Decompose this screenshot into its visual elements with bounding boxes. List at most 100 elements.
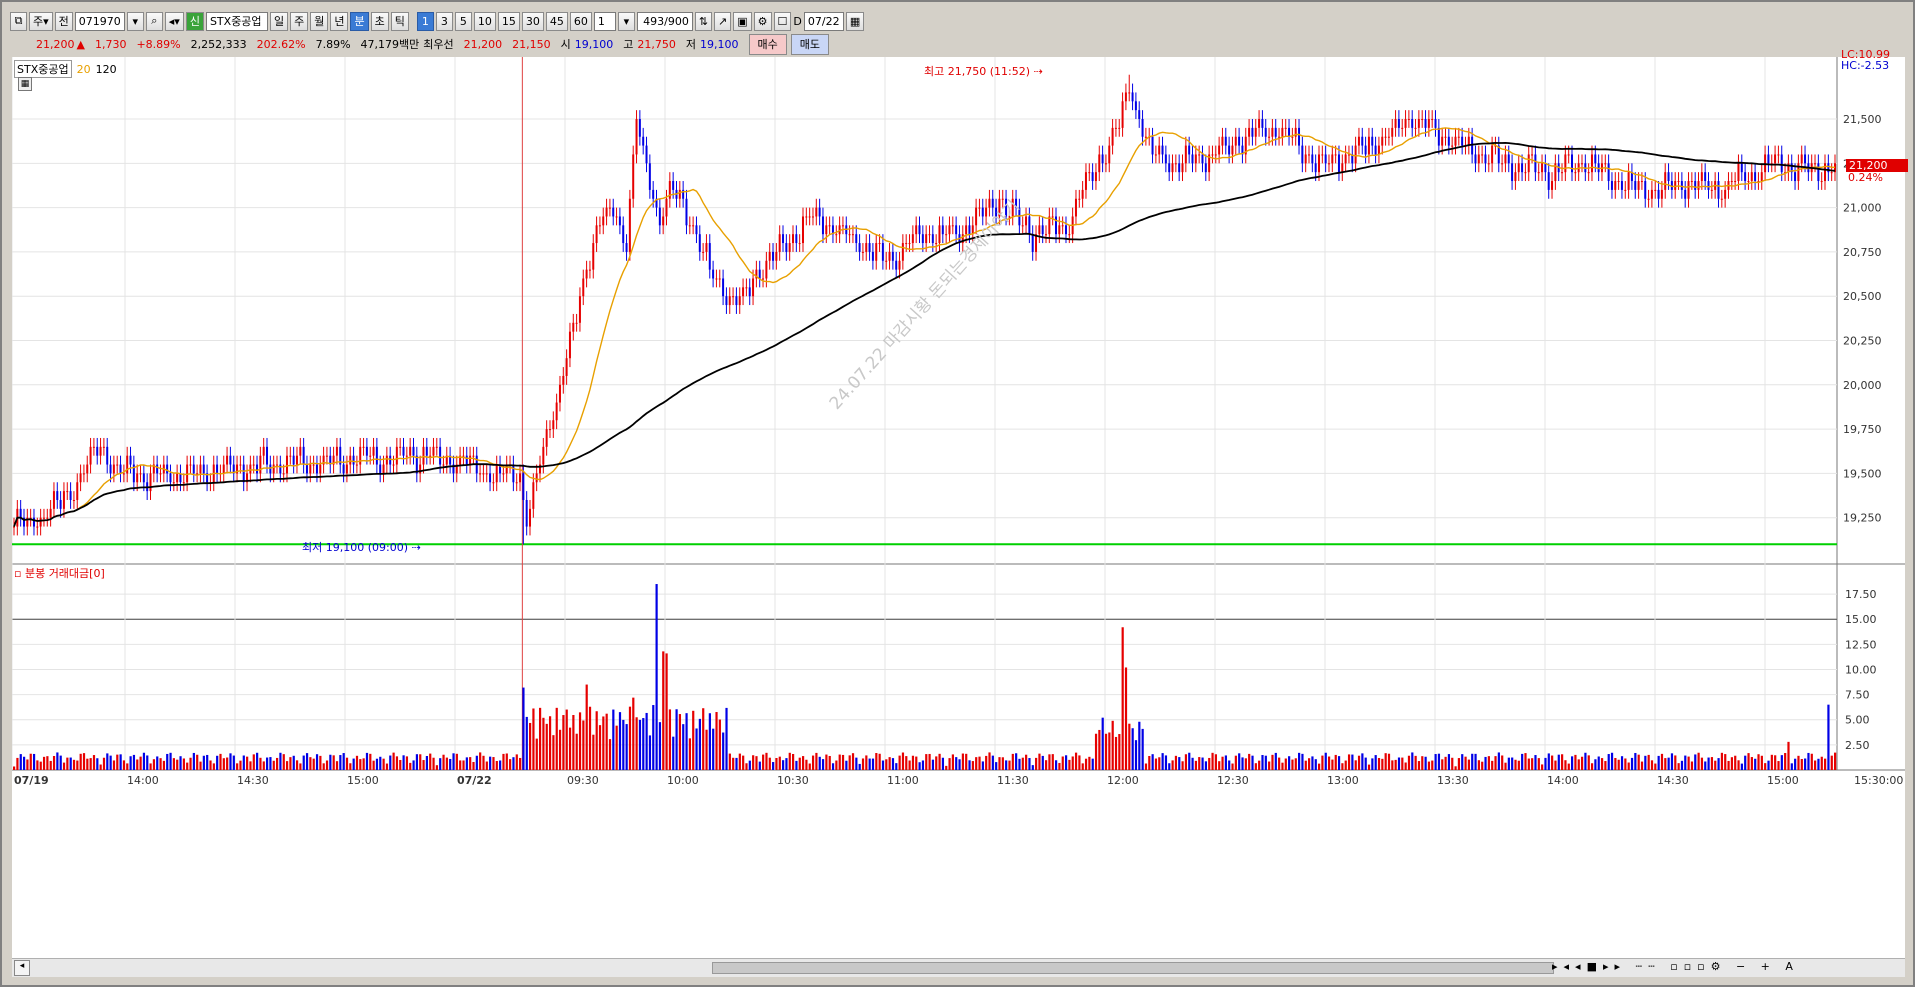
interval-dropdown-icon[interactable]: ▾ [617,11,635,31]
buy-button[interactable]: 매수 [748,33,787,55]
scroll-bar[interactable]: ◂ ▸◂◂■▸▸ ┄┄ ▫▫▫⚙ − + A [12,958,1905,977]
stock-name-field[interactable]: STX중공업 [205,11,268,31]
period-second[interactable]: 초 [370,11,389,31]
volume-bar [1747,753,1750,770]
volume-bar [1238,753,1241,770]
volume-bar [1447,754,1451,770]
volume-bar [1704,761,1707,770]
interval-3[interactable]: 3 [435,11,453,31]
period-tick[interactable]: 틱 [390,11,409,31]
interval-10[interactable]: 10 [473,11,496,31]
interval-30[interactable]: 30 [521,11,544,31]
calendar-icon[interactable]: ▦ [845,11,865,31]
volume-bar [988,752,991,770]
interval-input[interactable]: 1 [593,11,616,31]
volume-bar [252,754,255,770]
gear-icon[interactable]: ⚙ [753,11,772,31]
code-input[interactable]: 071970 [74,11,125,31]
all-button[interactable]: 전 [54,11,73,31]
candle-body [1610,181,1613,190]
candle-body [1168,163,1171,173]
code-dropdown-icon[interactable]: ▾ [126,11,144,31]
price-tick-label: 19,750 [1843,423,1882,436]
interval-1[interactable]: 1 [416,11,434,31]
volume-bar [1794,758,1797,770]
indicator-icon[interactable]: ⇅ [694,11,713,31]
candle-body [708,243,711,270]
playback-controls[interactable]: ▸◂◂■▸▸ ┄┄ ▫▫▫⚙ − + A [1552,960,1799,973]
volume-bar [1830,755,1833,770]
candle-body [46,517,49,519]
search-icon[interactable]: ⌕ [145,11,163,31]
candle-body [1078,198,1081,200]
speaker-icon[interactable]: ◂▾ [164,11,184,31]
grid-toggle-icon[interactable]: ▦ [18,77,32,91]
interval-60[interactable]: 60 [569,11,592,31]
candle-body [52,491,55,509]
volume-bar [419,754,422,770]
candle-body [1271,127,1274,137]
draw-icon[interactable]: ↗ [714,11,732,31]
candle-body [42,517,45,519]
volume-bar [858,763,861,770]
candle-body [595,225,598,244]
volume-bar [36,760,39,770]
interval-15[interactable]: 15 [497,11,520,31]
volume-bar [352,758,355,770]
period-month[interactable]: 월 [310,11,329,31]
new-badge[interactable]: 신 [185,11,204,31]
d-checkbox[interactable]: ☐ [773,11,792,31]
window-icon[interactable]: ⧉ [10,11,27,31]
volume-bar [981,761,984,770]
volume-bar [1088,756,1091,770]
volume-bar [152,759,156,770]
date-input[interactable]: 07/22 [803,11,844,31]
volume-bar [881,760,885,770]
candle-body [1171,163,1174,173]
sell-button[interactable]: 매도 [790,33,830,55]
volume-bar [1431,760,1434,770]
scroll-left-icon[interactable]: ◂ [14,960,30,976]
candle-body [269,464,272,474]
volume-bar [1288,756,1291,770]
period-minute[interactable]: 분 [350,11,369,31]
volume-bar [345,757,349,770]
volume-bar [861,758,865,770]
count-field[interactable]: 493/900 [636,11,693,31]
candle-body [1118,127,1121,129]
volume-bar [479,752,482,770]
market-select[interactable]: 주 ▾ [29,11,53,31]
chart-area[interactable]: 21,50021,25021,00020,75020,50020,25020,0… [12,48,1908,972]
candle-body [36,526,39,528]
chart-svg[interactable]: 21,50021,25021,00020,75020,50020,25020,0… [12,57,1905,972]
candle-body [888,251,891,261]
volume-bar [675,709,678,770]
candle-body [395,446,398,465]
volume-bar [1667,757,1670,770]
candle-body [1564,154,1567,173]
candle-body [778,234,781,252]
candle-body [422,446,425,465]
candle-body [1364,145,1367,155]
volume-bar [888,757,891,770]
candle-body [1547,172,1550,190]
interval-45[interactable]: 45 [545,11,568,31]
period-day[interactable]: 일 [269,11,289,31]
candle-body [1381,136,1384,146]
candle-body [272,464,275,474]
candle-body [512,464,515,483]
candle-body [732,296,735,298]
save-icon[interactable]: ▣ [733,11,752,31]
period-week[interactable]: 주 [290,11,309,31]
period-year[interactable]: 년 [330,11,349,31]
candle-body [1051,216,1054,218]
volume-bar [605,713,608,770]
candle-body [1211,154,1214,156]
candle-body [1740,163,1743,173]
volume-bar [1727,760,1730,770]
scroll-thumb[interactable] [712,962,1554,974]
volume-bar [928,753,931,770]
volume-bar [369,753,372,770]
volume-bar [16,757,19,770]
interval-5[interactable]: 5 [454,11,472,31]
